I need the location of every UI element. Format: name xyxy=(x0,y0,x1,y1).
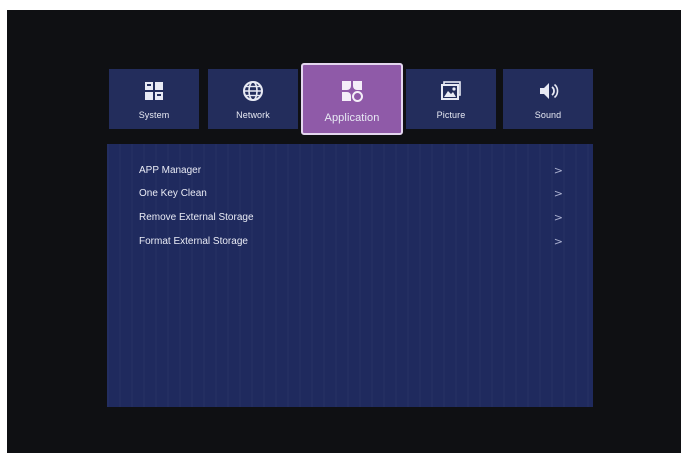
tab-label: Picture xyxy=(436,110,466,120)
application-menu-panel: APP Manager > One Key Clean > Remove Ext… xyxy=(107,144,593,407)
tab-picture[interactable]: Picture xyxy=(406,69,496,129)
menu-item-label: One Key Clean xyxy=(139,187,207,199)
tab-label: System xyxy=(138,110,170,120)
tab-application[interactable]: Application xyxy=(301,63,403,135)
menu-item-label: Remove External Storage xyxy=(139,211,254,223)
tab-label: Network xyxy=(236,110,270,120)
menu-item-remove-external-storage[interactable]: Remove External Storage > xyxy=(139,207,563,227)
tab-label: Application xyxy=(324,112,380,124)
menu-item-format-external-storage[interactable]: Format External Storage > xyxy=(139,231,563,251)
system-grid-icon xyxy=(109,80,199,102)
chevron-right-icon: > xyxy=(553,186,563,200)
chevron-right-icon: > xyxy=(553,210,563,224)
tab-network[interactable]: Network xyxy=(208,69,298,129)
menu-item-one-key-clean[interactable]: One Key Clean > xyxy=(139,183,563,203)
tab-label: Sound xyxy=(534,110,562,120)
settings-tab-bar: System Network Application Picture Sound xyxy=(109,63,593,138)
menu-item-app-manager[interactable]: APP Manager > xyxy=(139,160,563,180)
menu-item-label: Format External Storage xyxy=(139,235,248,247)
chevron-right-icon: > xyxy=(553,234,563,248)
clover-apps-icon xyxy=(303,77,401,105)
chevron-right-icon: > xyxy=(553,163,563,177)
speaker-icon xyxy=(503,80,593,102)
tv-screen: System Network Application Picture Sound… xyxy=(7,10,681,453)
tab-system[interactable]: System xyxy=(109,69,199,129)
picture-icon xyxy=(406,80,496,102)
menu-item-label: APP Manager xyxy=(139,164,202,176)
globe-icon xyxy=(208,80,298,102)
tab-sound[interactable]: Sound xyxy=(503,69,593,129)
